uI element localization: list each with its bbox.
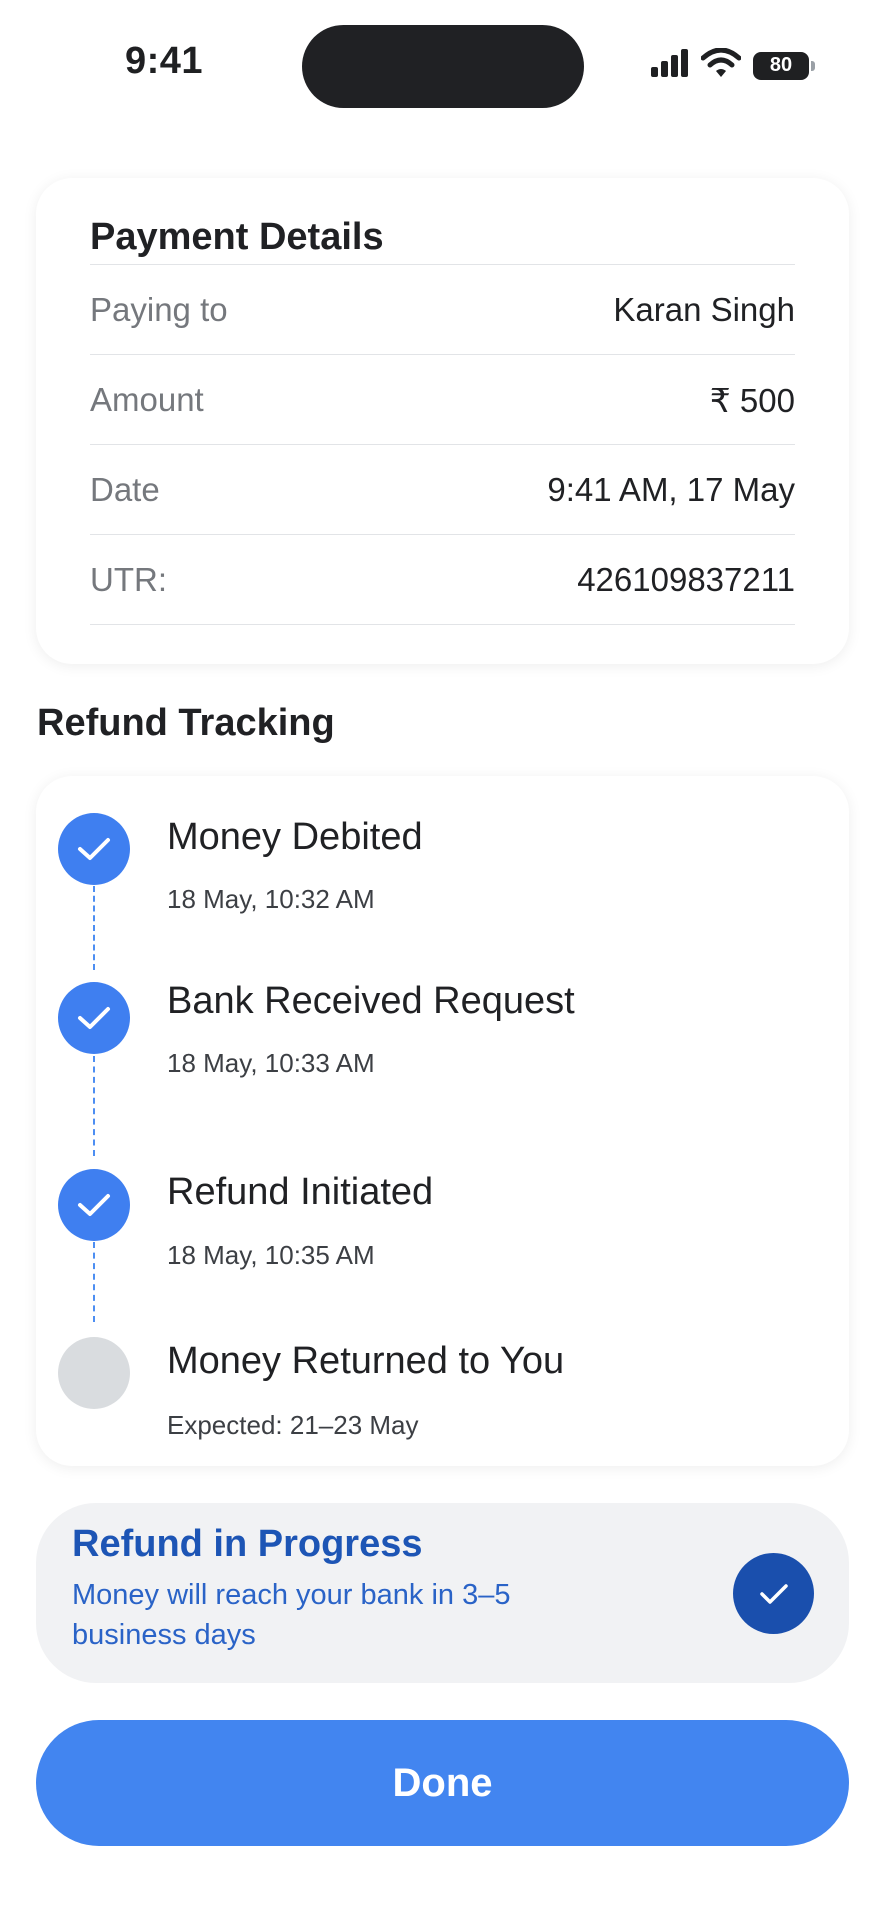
payment-details-card: Payment Details Paying to Karan Singh Am… [36,178,849,664]
check-icon [78,1007,110,1029]
step-title: Money Returned to You [167,1340,565,1382]
divider [90,624,795,625]
step-title: Refund Initiated [167,1171,434,1213]
step-done-icon [58,982,130,1054]
status-bar: 9:41 80 [0,0,885,120]
date-value: 9:41 AM, 17 May [547,471,795,508]
done-button[interactable]: Done [36,1720,849,1846]
status-time: 9:41 [125,40,204,82]
detail-row-amount: Amount ₹ 500 [90,354,795,445]
step-connector [93,1056,95,1156]
cellular-signal-icon [651,49,689,82]
payee-name: Karan Singh [613,291,795,328]
step-time: 18 May, 10:33 AM [167,1048,375,1078]
refund-tracking-title: Refund Tracking [37,702,335,744]
step-time: 18 May, 10:35 AM [167,1240,375,1270]
step-connector [93,886,95,970]
step-title: Bank Received Request [167,980,575,1022]
detail-label: UTR: [90,561,167,598]
amount-value: ₹ 500 [709,381,795,419]
step-title: Money Debited [167,816,423,858]
detail-row-date: Date 9:41 AM, 17 May [90,444,795,535]
refund-tracking-card: Money Debited 18 May, 10:32 AM Bank Rece… [36,776,849,1466]
detail-row-utr: UTR: 426109837211 [90,534,795,625]
detail-label: Amount [90,381,204,418]
step-time: 18 May, 10:32 AM [167,884,375,914]
check-icon [733,1553,814,1634]
check-icon [78,838,110,860]
step-done-icon [58,1169,130,1241]
detail-label: Paying to [90,291,228,328]
step-pending-icon [58,1337,130,1409]
battery-tip [811,60,815,71]
step-connector [93,1242,95,1322]
dynamic-island [302,25,584,108]
payment-details-title: Payment Details [90,216,384,258]
step-done-icon [58,813,130,885]
wifi-icon [700,47,742,83]
battery-level: 80 [769,54,793,76]
detail-label: Date [90,471,160,508]
banner-message: Money will reach your bank in 3–5 busine… [72,1579,511,1651]
status-icons: 80 [651,47,815,83]
battery-icon: 80 [753,51,815,80]
refund-status-banner: Refund in Progress Money will reach your… [36,1503,849,1683]
banner-title: Refund in Progress [72,1523,423,1565]
detail-row-paying-to: Paying to Karan Singh [90,264,795,355]
check-icon [78,1194,110,1216]
utr-value[interactable]: 426109837211 [577,561,795,599]
step-time: Expected: 21–23 May [167,1410,419,1440]
